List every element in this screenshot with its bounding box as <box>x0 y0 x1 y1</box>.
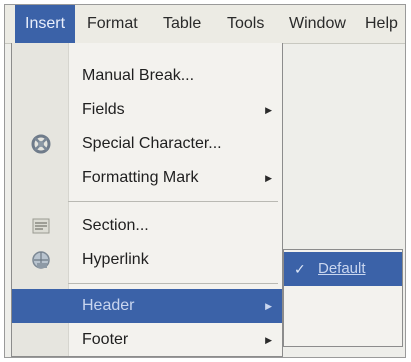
menu-item-label: Hyperlink <box>82 251 149 268</box>
menu-table[interactable]: Table <box>155 5 209 43</box>
insert-menu-dropdown: Manual Break... Fields ▶ Special Charact… <box>11 43 283 357</box>
submenu-item-default[interactable]: ✓ Default <box>284 252 402 286</box>
menu-item-formatting-mark[interactable]: Formatting Mark ▶ <box>12 161 282 195</box>
menu-bar: Insert Format Table Tools Window Help <box>5 5 405 44</box>
menu-item-header[interactable]: Header ▶ <box>12 289 282 323</box>
menu-item-label: Fields <box>82 101 125 118</box>
submenu-arrow-icon: ▶ <box>265 335 272 345</box>
submenu-item-label: Default <box>318 260 366 277</box>
menu-item-section[interactable]: Section... <box>12 209 282 243</box>
app-window: Insert Format Table Tools Window Help Ma… <box>4 4 406 358</box>
section-icon <box>30 215 52 237</box>
menu-window[interactable]: Window <box>281 5 354 43</box>
menu-item-label: Footer <box>82 331 129 348</box>
menu-item-fields[interactable]: Fields ▶ <box>12 93 282 127</box>
menu-item-label: Formatting Mark <box>82 169 199 186</box>
menu-insert[interactable]: Insert <box>15 5 76 43</box>
menu-item-label: Special Character... <box>82 135 222 152</box>
submenu-arrow-icon: ▶ <box>265 173 272 183</box>
submenu-arrow-icon: ▶ <box>265 301 272 311</box>
header-submenu: ✓ Default <box>283 249 403 347</box>
menu-item-label: Section... <box>82 217 149 234</box>
menu-item-hyperlink[interactable]: Hyperlink <box>12 243 282 277</box>
submenu-arrow-icon: ▶ <box>265 105 272 115</box>
menu-format[interactable]: Format <box>79 5 146 43</box>
menu-tools[interactable]: Tools <box>219 5 272 43</box>
menu-item-label: Manual Break... <box>82 67 195 84</box>
menu-item-footer[interactable]: Footer ▶ <box>12 323 282 357</box>
menu-item-manual-break[interactable]: Manual Break... <box>12 59 282 93</box>
checkmark-icon: ✓ <box>294 261 306 277</box>
menu-separator <box>68 283 278 284</box>
special-character-icon <box>30 133 52 155</box>
menu-separator <box>68 201 278 202</box>
menu-item-label: Header <box>82 297 135 314</box>
hyperlink-icon <box>30 249 52 271</box>
menu-help[interactable]: Help <box>357 5 405 43</box>
menu-item-special-character[interactable]: Special Character... <box>12 127 282 161</box>
